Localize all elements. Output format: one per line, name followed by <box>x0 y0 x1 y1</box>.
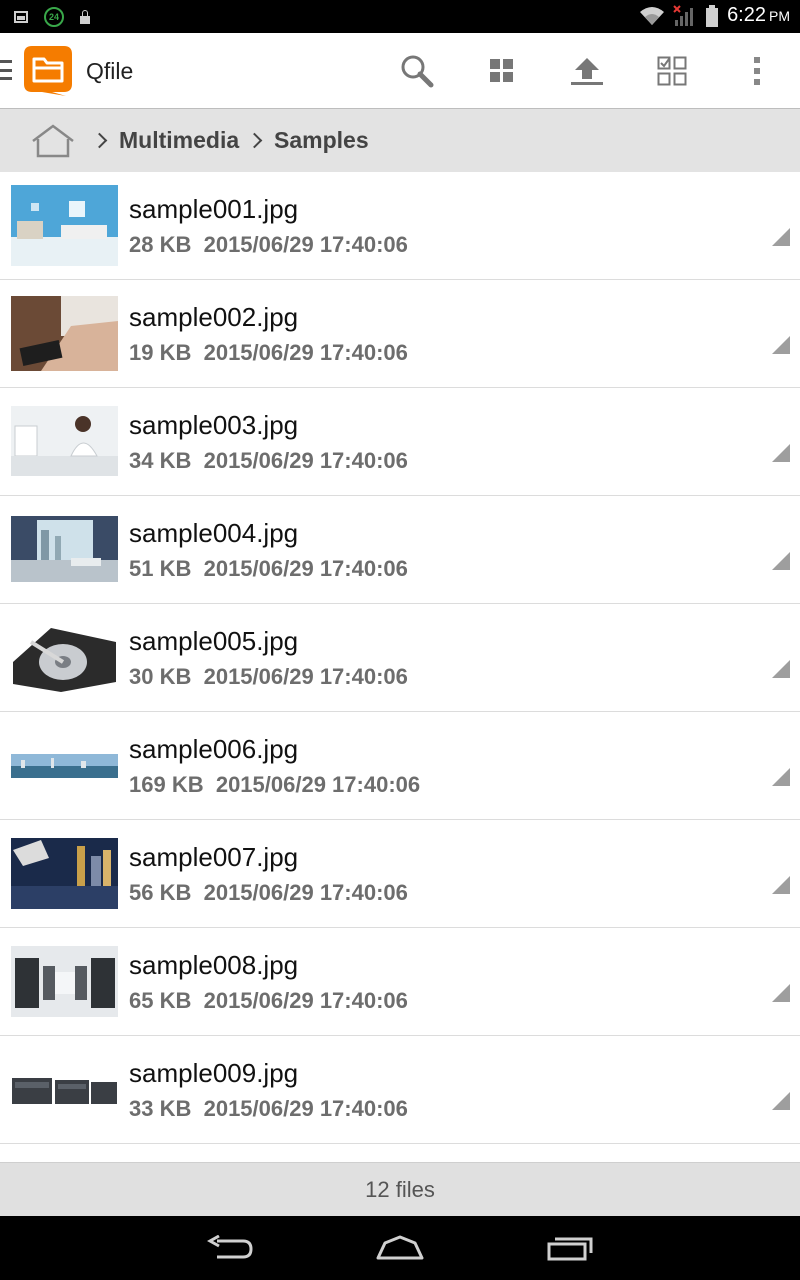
chevron-right-icon <box>246 132 263 149</box>
item-menu-icon[interactable] <box>772 1092 790 1110</box>
file-count: 12 files <box>365 1177 435 1202</box>
item-menu-icon[interactable] <box>772 228 790 246</box>
lock-icon <box>80 10 90 24</box>
signal-icon <box>673 4 694 26</box>
back-icon[interactable] <box>200 1228 260 1268</box>
grid-view-icon[interactable] <box>482 51 522 91</box>
clock: 6:22 PM <box>727 4 790 26</box>
badge-24-icon: 24 <box>44 7 64 27</box>
file-meta: 30 KB 2015/06/29 17:40:06 <box>129 664 408 689</box>
thumbnail-image <box>11 754 118 778</box>
file-name: sample003.jpg <box>129 410 299 440</box>
item-menu-icon[interactable] <box>772 660 790 678</box>
item-menu-icon[interactable] <box>772 876 790 894</box>
breadcrumb-item-samples[interactable]: Samples <box>246 109 369 172</box>
file-row[interactable]: sample001.jpg 28 KB 2015/06/29 17:40:06 <box>0 172 800 280</box>
file-name: sample007.jpg <box>129 842 299 872</box>
qfile-logo-icon[interactable] <box>22 44 74 96</box>
status-bar: 24 6:22 PM <box>0 0 800 33</box>
file-meta: 28 KB 2015/06/29 17:40:06 <box>129 232 408 257</box>
upload-icon[interactable] <box>567 51 607 91</box>
file-list: sample001.jpg 28 KB 2015/06/29 17:40:06 … <box>0 172 800 1162</box>
file-row[interactable]: sample005.jpg 30 KB 2015/06/29 17:40:06 <box>0 604 800 712</box>
thumbnail-image <box>11 516 118 582</box>
home-icon[interactable] <box>30 123 76 159</box>
file-meta: 65 KB 2015/06/29 17:40:06 <box>129 988 408 1013</box>
file-row[interactable]: sample007.jpg 56 KB 2015/06/29 17:40:06 <box>0 820 800 928</box>
file-meta: 169 KB 2015/06/29 17:40:06 <box>129 772 421 797</box>
recent-apps-icon[interactable] <box>540 1228 600 1268</box>
file-row[interactable]: sample002.jpg 19 KB 2015/06/29 17:40:06 <box>0 280 800 388</box>
breadcrumb: Multimedia Samples <box>0 109 800 172</box>
file-name: sample002.jpg <box>129 302 299 332</box>
file-row[interactable]: sample004.jpg 51 KB 2015/06/29 17:40:06 <box>0 496 800 604</box>
file-name: sample001.jpg <box>129 194 299 224</box>
multi-select-icon[interactable] <box>652 51 692 91</box>
search-icon[interactable] <box>397 51 437 91</box>
file-row[interactable]: sample009.jpg 33 KB 2015/06/29 17:40:06 <box>0 1036 800 1144</box>
thumbnail-image <box>11 622 118 694</box>
file-meta: 51 KB 2015/06/29 17:40:06 <box>129 556 408 581</box>
item-menu-icon[interactable] <box>772 984 790 1002</box>
item-menu-icon[interactable] <box>772 768 790 786</box>
overflow-menu-icon[interactable] <box>737 51 777 91</box>
item-menu-icon[interactable] <box>772 444 790 462</box>
thumbnail-image <box>11 1072 118 1106</box>
file-row[interactable]: sample006.jpg 169 KB 2015/06/29 17:40:06 <box>0 712 800 820</box>
thumbnail-image <box>11 185 118 266</box>
file-name: sample005.jpg <box>129 626 299 656</box>
navigation-bar <box>0 1216 800 1280</box>
chevron-right-icon <box>91 132 108 149</box>
file-row[interactable]: sample003.jpg 34 KB 2015/06/29 17:40:06 <box>0 388 800 496</box>
file-meta: 33 KB 2015/06/29 17:40:06 <box>129 1096 408 1121</box>
home-nav-icon[interactable] <box>370 1228 430 1268</box>
wifi-icon <box>640 6 665 25</box>
file-name: sample004.jpg <box>129 518 299 548</box>
item-menu-icon[interactable] <box>772 552 790 570</box>
file-count-footer: 12 files <box>0 1162 800 1217</box>
thumbnail-image <box>11 296 118 371</box>
file-name: sample008.jpg <box>129 950 299 980</box>
item-menu-icon[interactable] <box>772 336 790 354</box>
file-meta: 19 KB 2015/06/29 17:40:06 <box>129 340 408 365</box>
app-title: Qfile <box>86 58 134 84</box>
status-notifications: 24 <box>14 7 90 27</box>
thumbnail-image <box>11 946 118 1017</box>
battery-icon <box>706 4 719 27</box>
thumbnail-image <box>11 406 118 476</box>
file-row[interactable]: sample008.jpg 65 KB 2015/06/29 17:40:06 <box>0 928 800 1036</box>
file-meta: 34 KB 2015/06/29 17:40:06 <box>129 448 408 473</box>
file-name: sample006.jpg <box>129 734 299 764</box>
drawer-menu-icon[interactable] <box>0 60 12 80</box>
status-system: 6:22 PM <box>639 4 790 27</box>
thumbnail-image <box>11 838 118 909</box>
breadcrumb-item-multimedia[interactable]: Multimedia <box>91 109 239 172</box>
image-notification-icon <box>14 11 28 23</box>
app-bar: Qfile <box>0 33 800 109</box>
file-name: sample009.jpg <box>129 1058 299 1088</box>
file-meta: 56 KB 2015/06/29 17:40:06 <box>129 880 408 905</box>
